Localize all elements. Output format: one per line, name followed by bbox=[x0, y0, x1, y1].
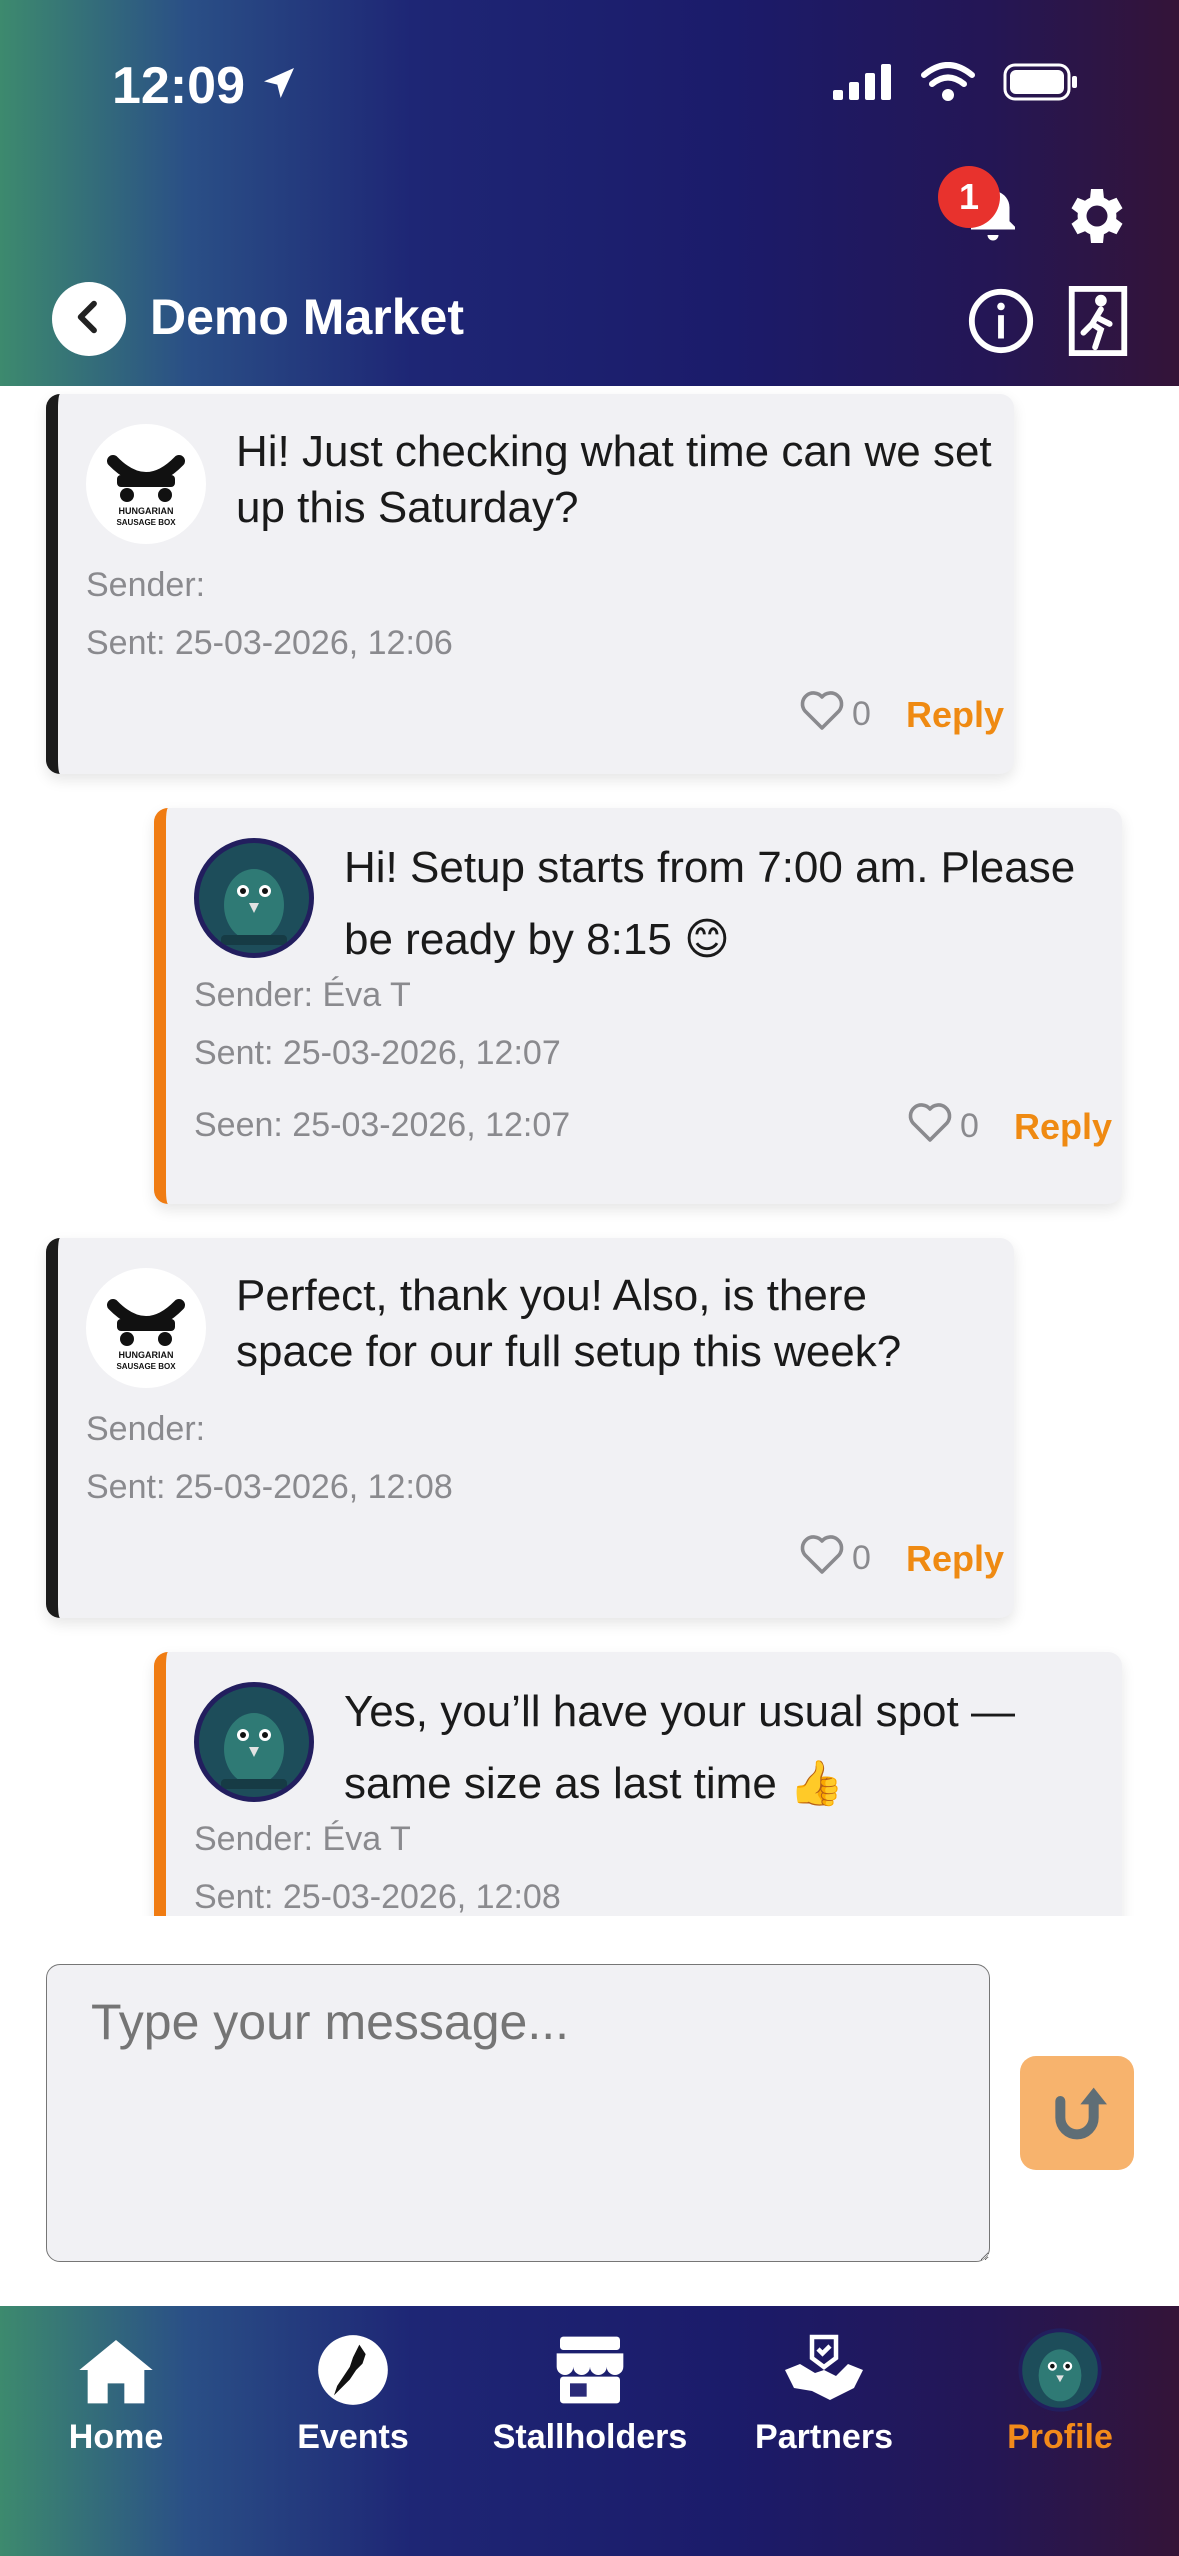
like-count: 0 bbox=[960, 1107, 979, 1145]
tab-label: Partners bbox=[755, 2418, 893, 2456]
send-arrow-icon bbox=[1037, 2071, 1117, 2156]
message-composer bbox=[0, 1916, 1179, 2306]
tab-partners[interactable]: Partners bbox=[714, 2328, 934, 2457]
message-text: Perfect, thank you! Also, is there space… bbox=[236, 1271, 902, 1376]
exit-button[interactable] bbox=[1068, 286, 1128, 361]
tab-label: Stallholders bbox=[492, 2418, 688, 2456]
message-sender: Sender: bbox=[86, 1410, 206, 1448]
message-list[interactable]: HUNGARIAN SAUSAGE BOX Hi! Just checking … bbox=[0, 386, 1179, 1916]
status-indicators bbox=[833, 62, 1079, 107]
sender-avatar bbox=[194, 1682, 314, 1802]
message-card: HUNGARIAN SAUSAGE BOX Hi! Just checking … bbox=[46, 394, 1014, 774]
heart-icon bbox=[798, 688, 846, 741]
signal-icon bbox=[833, 64, 893, 105]
status-time-text: 12:09 bbox=[112, 57, 245, 115]
like-button[interactable]: 0 bbox=[906, 1100, 979, 1153]
profile-avatar-icon bbox=[1018, 2328, 1102, 2412]
home-icon bbox=[76, 2328, 156, 2412]
message-input[interactable] bbox=[46, 1964, 990, 2262]
svg-text:HUNGARIAN: HUNGARIAN bbox=[119, 506, 174, 516]
message-sent-time: Sent: 25-03-2026, 12:08 bbox=[194, 1878, 561, 1916]
page-title: Demo Market bbox=[150, 289, 464, 345]
notification-badge: 1 bbox=[938, 166, 1000, 228]
svg-text:SAUSAGE BOX: SAUSAGE BOX bbox=[116, 1362, 176, 1371]
info-button[interactable] bbox=[966, 286, 1036, 361]
sender-avatar: HUNGARIAN SAUSAGE BOX bbox=[86, 1268, 206, 1388]
exit-icon bbox=[1068, 286, 1128, 361]
svg-text:SAUSAGE BOX: SAUSAGE BOX bbox=[116, 518, 176, 527]
storefront-icon bbox=[550, 2328, 630, 2412]
message-sent-time: Sent: 25-03-2026, 12:06 bbox=[86, 624, 453, 662]
message-sender: Sender: bbox=[86, 566, 206, 604]
like-button[interactable]: 0 bbox=[798, 1532, 871, 1585]
message-seen-time: Seen: 25-03-2026, 12:07 bbox=[194, 1106, 571, 1144]
heart-icon bbox=[798, 1532, 846, 1585]
back-icon bbox=[69, 297, 109, 342]
svg-text:HUNGARIAN: HUNGARIAN bbox=[119, 1350, 174, 1360]
reply-button[interactable]: Reply bbox=[906, 694, 1004, 736]
tab-home[interactable]: Home bbox=[6, 2328, 226, 2457]
message-card: Hi! Setup starts from 7:00 am. Please be… bbox=[154, 808, 1122, 1204]
sender-avatar: HUNGARIAN SAUSAGE BOX bbox=[86, 424, 206, 544]
new-zealand-map-icon bbox=[315, 2328, 391, 2412]
like-count: 0 bbox=[852, 695, 871, 733]
handshake-icon bbox=[782, 2328, 866, 2412]
tab-profile[interactable]: Profile bbox=[950, 2328, 1170, 2457]
message-sender: Sender: Éva T bbox=[194, 976, 411, 1014]
wifi-icon bbox=[921, 62, 975, 107]
like-count: 0 bbox=[852, 1539, 871, 1577]
info-icon bbox=[966, 286, 1036, 361]
send-button[interactable] bbox=[1020, 2056, 1134, 2170]
gear-icon bbox=[1058, 180, 1130, 257]
tab-label: Events bbox=[297, 2418, 409, 2456]
heart-icon bbox=[906, 1100, 954, 1153]
tab-stallholders[interactable]: Stallholders bbox=[480, 2328, 700, 2457]
tab-events[interactable]: Events bbox=[243, 2328, 463, 2457]
location-arrow-icon bbox=[259, 56, 299, 116]
tab-label: Home bbox=[68, 2418, 164, 2456]
bottom-tab-bar: Home Events Stallholders Partners Profil bbox=[0, 2306, 1179, 2556]
message-sent-time: Sent: 25-03-2026, 12:07 bbox=[194, 1034, 561, 1072]
message-text: Hi! Just checking what time can we set u… bbox=[236, 427, 992, 532]
status-time: 12:09 bbox=[112, 56, 299, 116]
message-card: Yes, you’ll have your usual spot — same … bbox=[154, 1652, 1122, 1916]
battery-icon bbox=[1003, 63, 1079, 106]
message-text: Yes, you’ll have your usual spot — same … bbox=[344, 1687, 1015, 1808]
reply-button[interactable]: Reply bbox=[906, 1538, 1004, 1580]
back-button[interactable] bbox=[52, 282, 126, 356]
message-sent-time: Sent: 25-03-2026, 12:08 bbox=[86, 1468, 453, 1506]
app-header: 12:09 1 Demo Market bbox=[0, 0, 1179, 386]
message-card: HUNGARIAN SAUSAGE BOX Perfect, thank you… bbox=[46, 1238, 1014, 1618]
message-sender: Sender: Éva T bbox=[194, 1820, 411, 1858]
sender-avatar bbox=[194, 838, 314, 958]
tab-label: Profile bbox=[1007, 2418, 1113, 2456]
message-text: Hi! Setup starts from 7:00 am. Please be… bbox=[344, 843, 1076, 964]
settings-button[interactable] bbox=[1058, 180, 1130, 257]
reply-button[interactable]: Reply bbox=[1014, 1106, 1112, 1148]
like-button[interactable]: 0 bbox=[798, 688, 871, 741]
